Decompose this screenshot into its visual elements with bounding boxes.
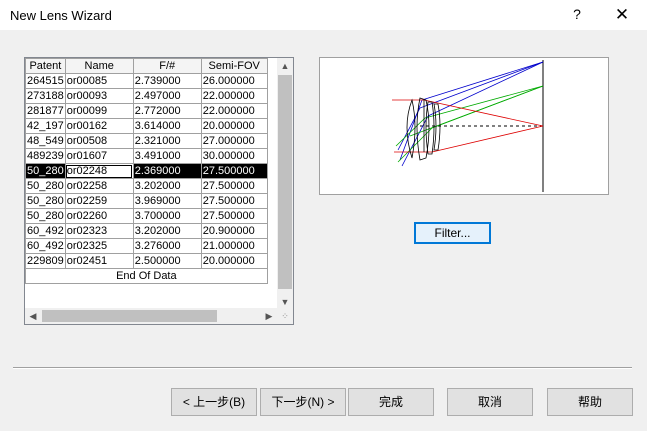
- table-row[interactable]: 281877 or00099 2.772000 22.000000: [25, 103, 268, 119]
- cell-semi-fov[interactable]: 26.000000: [200, 73, 268, 89]
- cell-fnumber[interactable]: 2.772000: [132, 103, 202, 119]
- help-icon[interactable]: ?: [567, 6, 587, 24]
- lens-preview: [319, 57, 609, 195]
- next-button[interactable]: 下一步(N) >: [260, 388, 346, 416]
- blue-rays: [397, 61, 544, 167]
- cell-semi-fov[interactable]: 20.000000: [200, 253, 268, 269]
- finish-button[interactable]: 完成: [348, 388, 434, 416]
- filter-button[interactable]: Filter...: [414, 222, 491, 244]
- cell-patent[interactable]: 281877: [25, 103, 66, 119]
- table-row[interactable]: 50_280 or02258 3.202000 27.500000: [25, 178, 268, 194]
- scroll-up-icon[interactable]: ▲: [277, 58, 293, 74]
- cell-semi-fov[interactable]: 22.000000: [200, 103, 268, 119]
- cell-name[interactable]: or02248: [64, 163, 134, 179]
- table-row[interactable]: 264515 or00085 2.739000 26.000000: [25, 73, 268, 89]
- cell-name[interactable]: or02323: [64, 223, 134, 239]
- cell-name[interactable]: or00093: [64, 88, 134, 104]
- cell-fnumber[interactable]: 3.969000: [132, 193, 202, 209]
- cell-fnumber[interactable]: 2.321000: [132, 133, 202, 149]
- cell-patent[interactable]: 273188: [25, 88, 66, 104]
- end-of-data-row: End Of Data: [25, 268, 268, 284]
- table-row[interactable]: 273188 or00093 2.497000 22.000000: [25, 88, 268, 104]
- cell-name[interactable]: or01607: [64, 148, 134, 164]
- cell-semi-fov[interactable]: 20.900000: [200, 223, 268, 239]
- cell-patent[interactable]: 50_280: [25, 193, 66, 209]
- lens-diagram: [392, 60, 544, 192]
- header-semi-fov[interactable]: Semi-FOV: [200, 58, 268, 74]
- header-patent[interactable]: Patent: [25, 58, 66, 74]
- header-row: Patent Name F/# Semi-FOV: [25, 58, 268, 74]
- cell-fnumber[interactable]: 2.739000: [132, 73, 202, 89]
- cell-patent[interactable]: 264515: [25, 73, 66, 89]
- resize-grip-icon: ⁘: [277, 308, 293, 324]
- table-row[interactable]: 42_197 or00162 3.614000 20.000000: [25, 118, 268, 134]
- cell-semi-fov[interactable]: 22.000000: [200, 88, 268, 104]
- vertical-scrollbar[interactable]: ▲ ▼: [277, 58, 293, 310]
- cell-patent[interactable]: 489239: [25, 148, 66, 164]
- cell-name[interactable]: or00508: [64, 133, 134, 149]
- cell-name[interactable]: or02260: [64, 208, 134, 224]
- cell-patent[interactable]: 50_280: [25, 208, 66, 224]
- table-row[interactable]: 60_492 or02323 3.202000 20.900000: [25, 223, 268, 239]
- cell-semi-fov[interactable]: 27.500000: [200, 163, 268, 179]
- green-rays: [395, 85, 544, 163]
- table-row[interactable]: 50_280 or02248 2.369000 27.500000: [25, 163, 268, 179]
- cell-patent[interactable]: 229809: [25, 253, 66, 269]
- table-row[interactable]: 48_549 or00508 2.321000 27.000000: [25, 133, 268, 149]
- cell-name[interactable]: or00085: [64, 73, 134, 89]
- close-icon[interactable]: ✕: [611, 5, 633, 25]
- cell-patent[interactable]: 60_492: [25, 223, 66, 239]
- scroll-left-icon[interactable]: ◀: [25, 308, 41, 324]
- cancel-button[interactable]: 取消: [447, 388, 533, 416]
- cell-fnumber[interactable]: 3.491000: [132, 148, 202, 164]
- lens-table: Patent Name F/# Semi-FOV 264515 or00085 2.…: [25, 58, 268, 284]
- cell-fnumber[interactable]: 3.700000: [132, 208, 202, 224]
- vertical-scroll-thumb[interactable]: [278, 75, 292, 289]
- title-bar: New Lens Wizard ? ✕: [0, 0, 647, 30]
- cell-fnumber[interactable]: 2.497000: [132, 88, 202, 104]
- table-row[interactable]: 489239 or01607 3.491000 30.000000: [25, 148, 268, 164]
- cell-semi-fov[interactable]: 21.000000: [200, 238, 268, 254]
- window-title: New Lens Wizard: [10, 8, 112, 23]
- cell-name[interactable]: or02451: [64, 253, 134, 269]
- table-row[interactable]: 50_280 or02259 3.969000 27.500000: [25, 193, 268, 209]
- lens-elements: [406, 97, 441, 161]
- cell-fnumber[interactable]: 3.202000: [132, 223, 202, 239]
- help-button[interactable]: 帮助: [547, 388, 633, 416]
- horizontal-scroll-thumb[interactable]: [42, 310, 217, 322]
- scroll-right-icon[interactable]: ▶: [261, 308, 277, 324]
- cell-patent[interactable]: 60_492: [25, 238, 66, 254]
- cell-semi-fov[interactable]: 27.500000: [200, 193, 268, 209]
- back-button[interactable]: < 上一步(B): [171, 388, 257, 416]
- table-row[interactable]: 50_280 or02260 3.700000 27.500000: [25, 208, 268, 224]
- cell-semi-fov[interactable]: 27.000000: [200, 133, 268, 149]
- horizontal-scrollbar[interactable]: ◀ ▶: [25, 308, 277, 324]
- cell-name[interactable]: or02259: [64, 193, 134, 209]
- cell-name[interactable]: or00099: [64, 103, 134, 119]
- table-row[interactable]: 229809 or02451 2.500000 20.000000: [25, 253, 268, 269]
- cell-name[interactable]: or02325: [64, 238, 134, 254]
- cell-patent[interactable]: 42_197: [25, 118, 66, 134]
- header-name[interactable]: Name: [64, 58, 134, 74]
- cell-name[interactable]: or00162: [64, 118, 134, 134]
- cell-semi-fov[interactable]: 30.000000: [200, 148, 268, 164]
- cell-semi-fov[interactable]: 27.500000: [200, 178, 268, 194]
- cell-fnumber[interactable]: 3.202000: [132, 178, 202, 194]
- cell-semi-fov[interactable]: 27.500000: [200, 208, 268, 224]
- cell-fnumber[interactable]: 2.369000: [132, 163, 202, 179]
- end-of-data-label: End Of Data: [25, 268, 268, 284]
- cell-name[interactable]: or02258: [64, 178, 134, 194]
- cell-patent[interactable]: 48_549: [25, 133, 66, 149]
- cell-patent[interactable]: 50_280: [25, 178, 66, 194]
- cell-patent[interactable]: 50_280: [25, 163, 66, 179]
- lens-grid[interactable]: Patent Name F/# Semi-FOV 264515 or00085 2.…: [24, 57, 294, 325]
- cell-fnumber[interactable]: 3.614000: [132, 118, 202, 134]
- cell-fnumber[interactable]: 3.276000: [132, 238, 202, 254]
- table-row[interactable]: 60_492 or02325 3.276000 21.000000: [25, 238, 268, 254]
- header-fnumber[interactable]: F/#: [132, 58, 202, 74]
- cell-fnumber[interactable]: 2.500000: [132, 253, 202, 269]
- separator: [13, 367, 632, 369]
- cell-semi-fov[interactable]: 20.000000: [200, 118, 268, 134]
